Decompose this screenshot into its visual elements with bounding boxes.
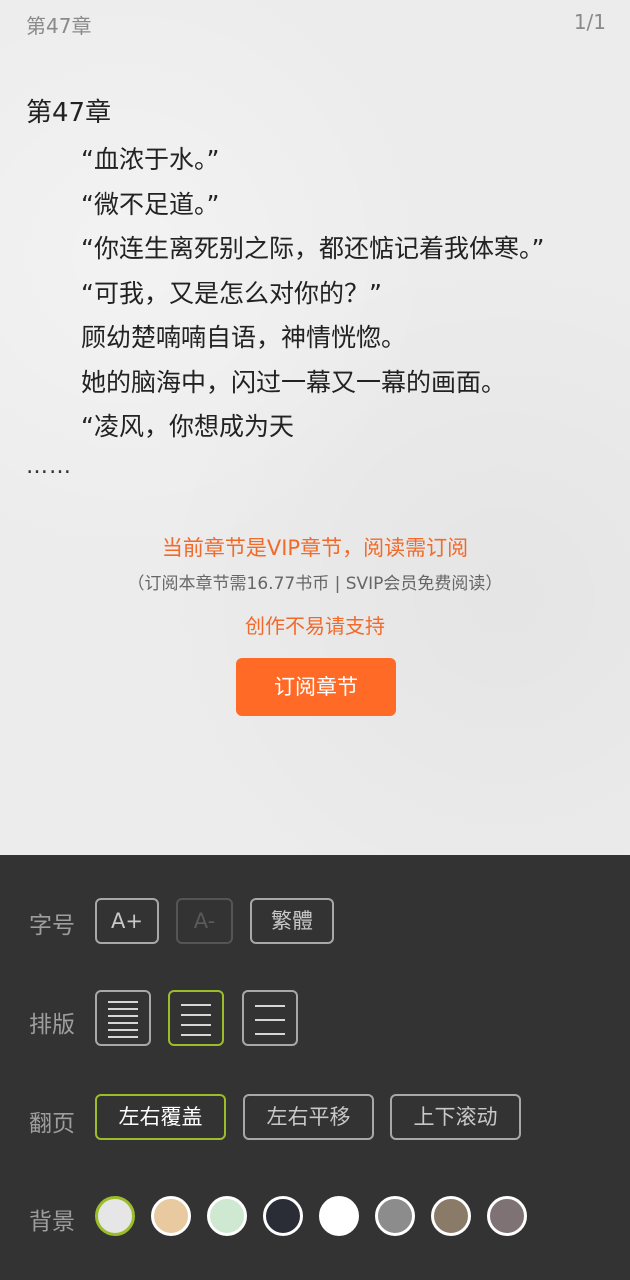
- background-label: 背景: [29, 1209, 75, 1235]
- standard-lines-icon: [181, 1004, 211, 1036]
- reading-area[interactable]: 第47章 1/1 第47章 “血浓于水。” “微不足道。” “你连生离死别之际，…: [0, 0, 630, 855]
- traditional-chinese-button[interactable]: 繁體: [250, 898, 334, 944]
- chapter-content: “血浓于水。” “微不足道。” “你连生离死别之际，都还惦记着我体寒。” “可我…: [81, 138, 621, 450]
- page-turn-cover-button[interactable]: 左右覆盖: [95, 1094, 226, 1140]
- paragraph: 顾幼楚喃喃自语，神情恍惚。: [81, 323, 407, 352]
- vip-price-note: （订阅本章节需16.77书币 | SVIP会员免费阅读）: [127, 574, 503, 594]
- chapter-title: 第47章: [26, 98, 112, 128]
- truncation-ellipsis: ……: [26, 454, 72, 479]
- background-swatch-parchment[interactable]: [151, 1196, 191, 1236]
- font-increase-button[interactable]: A+: [95, 898, 159, 944]
- page-turn-label: 翻页: [29, 1111, 75, 1137]
- paragraph: 她的脑海中，闪过一幕又一幕的画面。: [81, 367, 507, 397]
- vip-notice-title: 当前章节是VIP章节，阅读需订阅: [161, 536, 469, 560]
- background-swatch-white[interactable]: [319, 1196, 359, 1236]
- paragraph: “凌风，你想成为天: [81, 412, 294, 441]
- paragraph: “血浓于水。”: [81, 145, 220, 174]
- reader-top-bar: 第47章 1/1: [26, 10, 606, 38]
- support-message: 创作不易请支持: [245, 614, 385, 638]
- layout-standard-button[interactable]: [168, 990, 224, 1046]
- layout-label: 排版: [29, 1012, 75, 1038]
- paragraph: “可我，又是怎么对你的？”: [81, 278, 382, 308]
- background-swatch-gray[interactable]: [375, 1196, 415, 1236]
- font-size-label: 字号: [29, 913, 75, 939]
- background-swatch-green[interactable]: [207, 1196, 247, 1236]
- background-swatch-mauve[interactable]: [487, 1196, 527, 1236]
- loose-lines-icon: [255, 1005, 285, 1035]
- font-decrease-button[interactable]: A-: [176, 898, 233, 944]
- page-turn-scroll-button[interactable]: 上下滚动: [390, 1094, 521, 1140]
- page-turn-slide-button[interactable]: 左右平移: [243, 1094, 374, 1140]
- compact-lines-icon: [108, 1001, 138, 1038]
- paragraph: “你连生离死别之际，都还惦记着我体寒。”: [81, 234, 545, 263]
- paragraph: “微不足道。”: [81, 189, 220, 219]
- background-swatch-brown[interactable]: [431, 1196, 471, 1236]
- layout-loose-button[interactable]: [242, 990, 298, 1046]
- subscribe-chapter-button[interactable]: 订阅章节: [236, 658, 396, 716]
- background-swatch-night[interactable]: [263, 1196, 303, 1236]
- layout-compact-button[interactable]: [95, 990, 151, 1046]
- page-indicator: 1/1: [573, 10, 606, 34]
- background-swatch-paper[interactable]: [95, 1196, 135, 1236]
- current-chapter-label: 第47章: [26, 14, 92, 38]
